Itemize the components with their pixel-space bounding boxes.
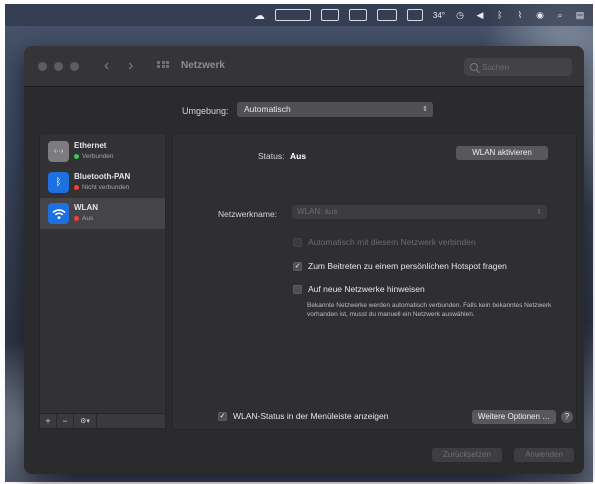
bluetooth-icon: ᛒ	[48, 172, 69, 193]
user-icon[interactable]: ◉	[535, 8, 545, 22]
cpu-meter[interactable]	[274, 8, 311, 22]
location-value: Automatisch	[244, 104, 291, 114]
close-button[interactable]	[38, 62, 47, 71]
time-machine-icon[interactable]: ◷	[455, 8, 465, 22]
network-name-select[interactable]: WLAN: aus ⇕	[292, 205, 547, 219]
status-value: Aus	[290, 151, 307, 161]
back-button[interactable]: ‹	[104, 56, 109, 76]
show-in-menubar-row: ✓ WLAN-Status in der Menüleiste anzeigen	[218, 411, 388, 421]
ethernet-icon: ‹··›	[48, 141, 69, 162]
zoom-button[interactable]	[70, 62, 79, 71]
known-networks-hint: Bekannte Netzwerke werden automatisch ve…	[307, 302, 552, 318]
notify-networks-checkbox[interactable]	[293, 284, 302, 294]
advanced-options-button[interactable]: Weitere Optionen …	[472, 410, 556, 424]
notify-networks-label: Auf neue Netzwerke hinweisen	[308, 284, 425, 294]
spotlight-icon[interactable]: ⌕	[555, 8, 565, 22]
service-name: Bluetooth-PAN	[74, 172, 131, 181]
service-item-ethernet[interactable]: ‹··› Ethernet Verbunden	[40, 136, 165, 167]
volume-icon[interactable]: ◀	[475, 8, 485, 22]
select-arrows-icon: ⇕	[536, 209, 542, 216]
service-status-text: Nicht verbunden	[82, 184, 130, 191]
memory-meter[interactable]	[320, 8, 339, 22]
wlan-toggle-button[interactable]: WLAN aktivieren	[456, 146, 548, 160]
service-status: Nicht verbunden	[74, 184, 129, 191]
search-icon	[470, 63, 478, 71]
window-title: Netzwerk	[181, 60, 225, 71]
help-button[interactable]: ?	[561, 411, 573, 423]
auto-join-row: Automatisch mit diesem Netzwerk verbinde…	[293, 237, 476, 247]
status-dot-red	[74, 185, 79, 190]
remove-service-button[interactable]: −	[57, 414, 74, 428]
ask-hotspot-label: Zum Beitreten zu einem persönlichen Hots…	[308, 261, 507, 271]
ask-hotspot-row: ✓ Zum Beitreten zu einem persönlichen Ho…	[293, 261, 507, 271]
network-name-label: Netzwerkname:	[218, 209, 278, 219]
network-name-value: WLAN: aus	[297, 207, 338, 216]
service-item-bluetooth-pan[interactable]: ᛒ Bluetooth-PAN Nicht verbunden	[40, 167, 165, 198]
disk-meter[interactable]	[348, 8, 367, 22]
service-name: Ethernet	[74, 141, 107, 150]
cloud-icon[interactable]: ☁	[254, 8, 265, 22]
forward-button[interactable]: ›	[128, 56, 133, 76]
service-status-text: Aus	[82, 215, 94, 222]
service-status: Aus	[74, 215, 93, 222]
search-field[interactable]	[464, 58, 572, 76]
revert-button[interactable]: Zurücksetzen	[432, 448, 502, 462]
auto-join-label: Automatisch mit diesem Netzwerk verbinde…	[308, 237, 476, 247]
service-item-wlan[interactable]: WLAN Aus	[40, 198, 165, 229]
service-list-toolbar: + − ⚙︎▾	[39, 413, 166, 429]
location-select[interactable]: Automatisch ⇕	[237, 102, 433, 117]
status-dot-red	[74, 216, 79, 221]
network-meter[interactable]	[376, 8, 397, 22]
sensor-meter[interactable]	[406, 8, 423, 22]
location-label: Umgebung:	[182, 106, 229, 116]
status-dot-green	[74, 154, 79, 159]
network-preferences-window: ‹ › Netzwerk Umgebung: Automatisch ⇕ ‹··…	[24, 46, 584, 474]
bluetooth-icon[interactable]: ᛒ	[495, 8, 505, 22]
title-bar: ‹ › Netzwerk	[24, 46, 584, 87]
show-all-grid-icon[interactable]	[157, 61, 169, 71]
service-list: ‹··› Ethernet Verbunden ᛒ Bluetooth-PAN …	[39, 133, 166, 415]
wlan-detail-panel: Status: Aus WLAN aktivieren Netzwerkname…	[172, 133, 577, 430]
add-service-button[interactable]: +	[40, 414, 57, 428]
control-center-icon[interactable]: ▤	[575, 8, 585, 22]
service-status-text: Verbunden	[82, 153, 114, 160]
show-in-menubar-checkbox[interactable]: ✓	[218, 411, 227, 421]
notify-networks-row: Auf neue Netzwerke hinweisen	[293, 284, 425, 294]
service-status: Verbunden	[74, 153, 113, 160]
service-name: WLAN	[74, 203, 98, 212]
temperature-reading[interactable]: 34°	[433, 8, 445, 22]
status-label: Status:	[258, 151, 285, 161]
wifi-off-icon[interactable]: ⌇	[515, 8, 525, 22]
minimize-button[interactable]	[54, 62, 63, 71]
auto-join-checkbox[interactable]	[293, 237, 302, 247]
action-menu-button[interactable]: ⚙︎▾	[74, 414, 97, 428]
wifi-icon	[48, 203, 69, 224]
select-arrows-icon: ⇕	[422, 106, 428, 113]
menu-bar: ☁ 34° ◷ ◀ ᛒ ⌇ ◉ ⌕ ▤	[5, 4, 593, 26]
ask-hotspot-checkbox[interactable]: ✓	[293, 261, 302, 271]
search-input[interactable]	[482, 62, 562, 72]
show-in-menubar-label: WLAN-Status in der Menüleiste anzeigen	[233, 411, 389, 421]
apply-button[interactable]: Anwenden	[514, 448, 574, 462]
